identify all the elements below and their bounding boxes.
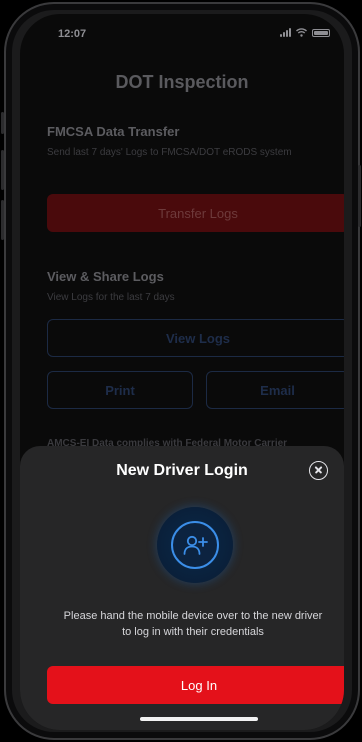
sheet-title: New Driver Login — [116, 462, 248, 479]
view-logs-button[interactable]: View Logs — [47, 319, 344, 357]
print-button[interactable]: Print — [47, 371, 193, 409]
add-user-badge — [157, 507, 233, 583]
transfer-logs-button[interactable]: Transfer Logs — [47, 194, 344, 232]
page-title: DOT Inspection — [115, 72, 249, 92]
add-user-circle — [171, 521, 219, 569]
phone-silent-switch — [1, 112, 4, 134]
fmcsa-section-description: Send last 7 days' Logs to FMCSA/DOT eROD… — [47, 147, 292, 158]
email-button[interactable]: Email — [206, 371, 344, 409]
handover-message: Please hand the mobile device over to th… — [63, 610, 323, 638]
fmcsa-section-title: FMCSA Data Transfer — [47, 124, 180, 139]
add-user-icon — [183, 535, 208, 555]
phone-volume-down — [1, 200, 4, 240]
log-in-button[interactable]: Log In — [47, 666, 344, 704]
phone-power-button — [358, 165, 361, 227]
view-share-section-title: View & Share Logs — [47, 269, 164, 284]
new-driver-login-sheet: New Driver Login Please hand the mobile … — [20, 446, 344, 730]
phone-screen: 12:07 DOT Inspection FMCSA Data Transfer… — [20, 14, 344, 730]
home-indicator[interactable] — [140, 717, 258, 721]
view-share-section-description: View Logs for the last 7 days — [47, 292, 175, 303]
phone-volume-up — [1, 150, 4, 190]
close-icon[interactable] — [309, 461, 328, 480]
